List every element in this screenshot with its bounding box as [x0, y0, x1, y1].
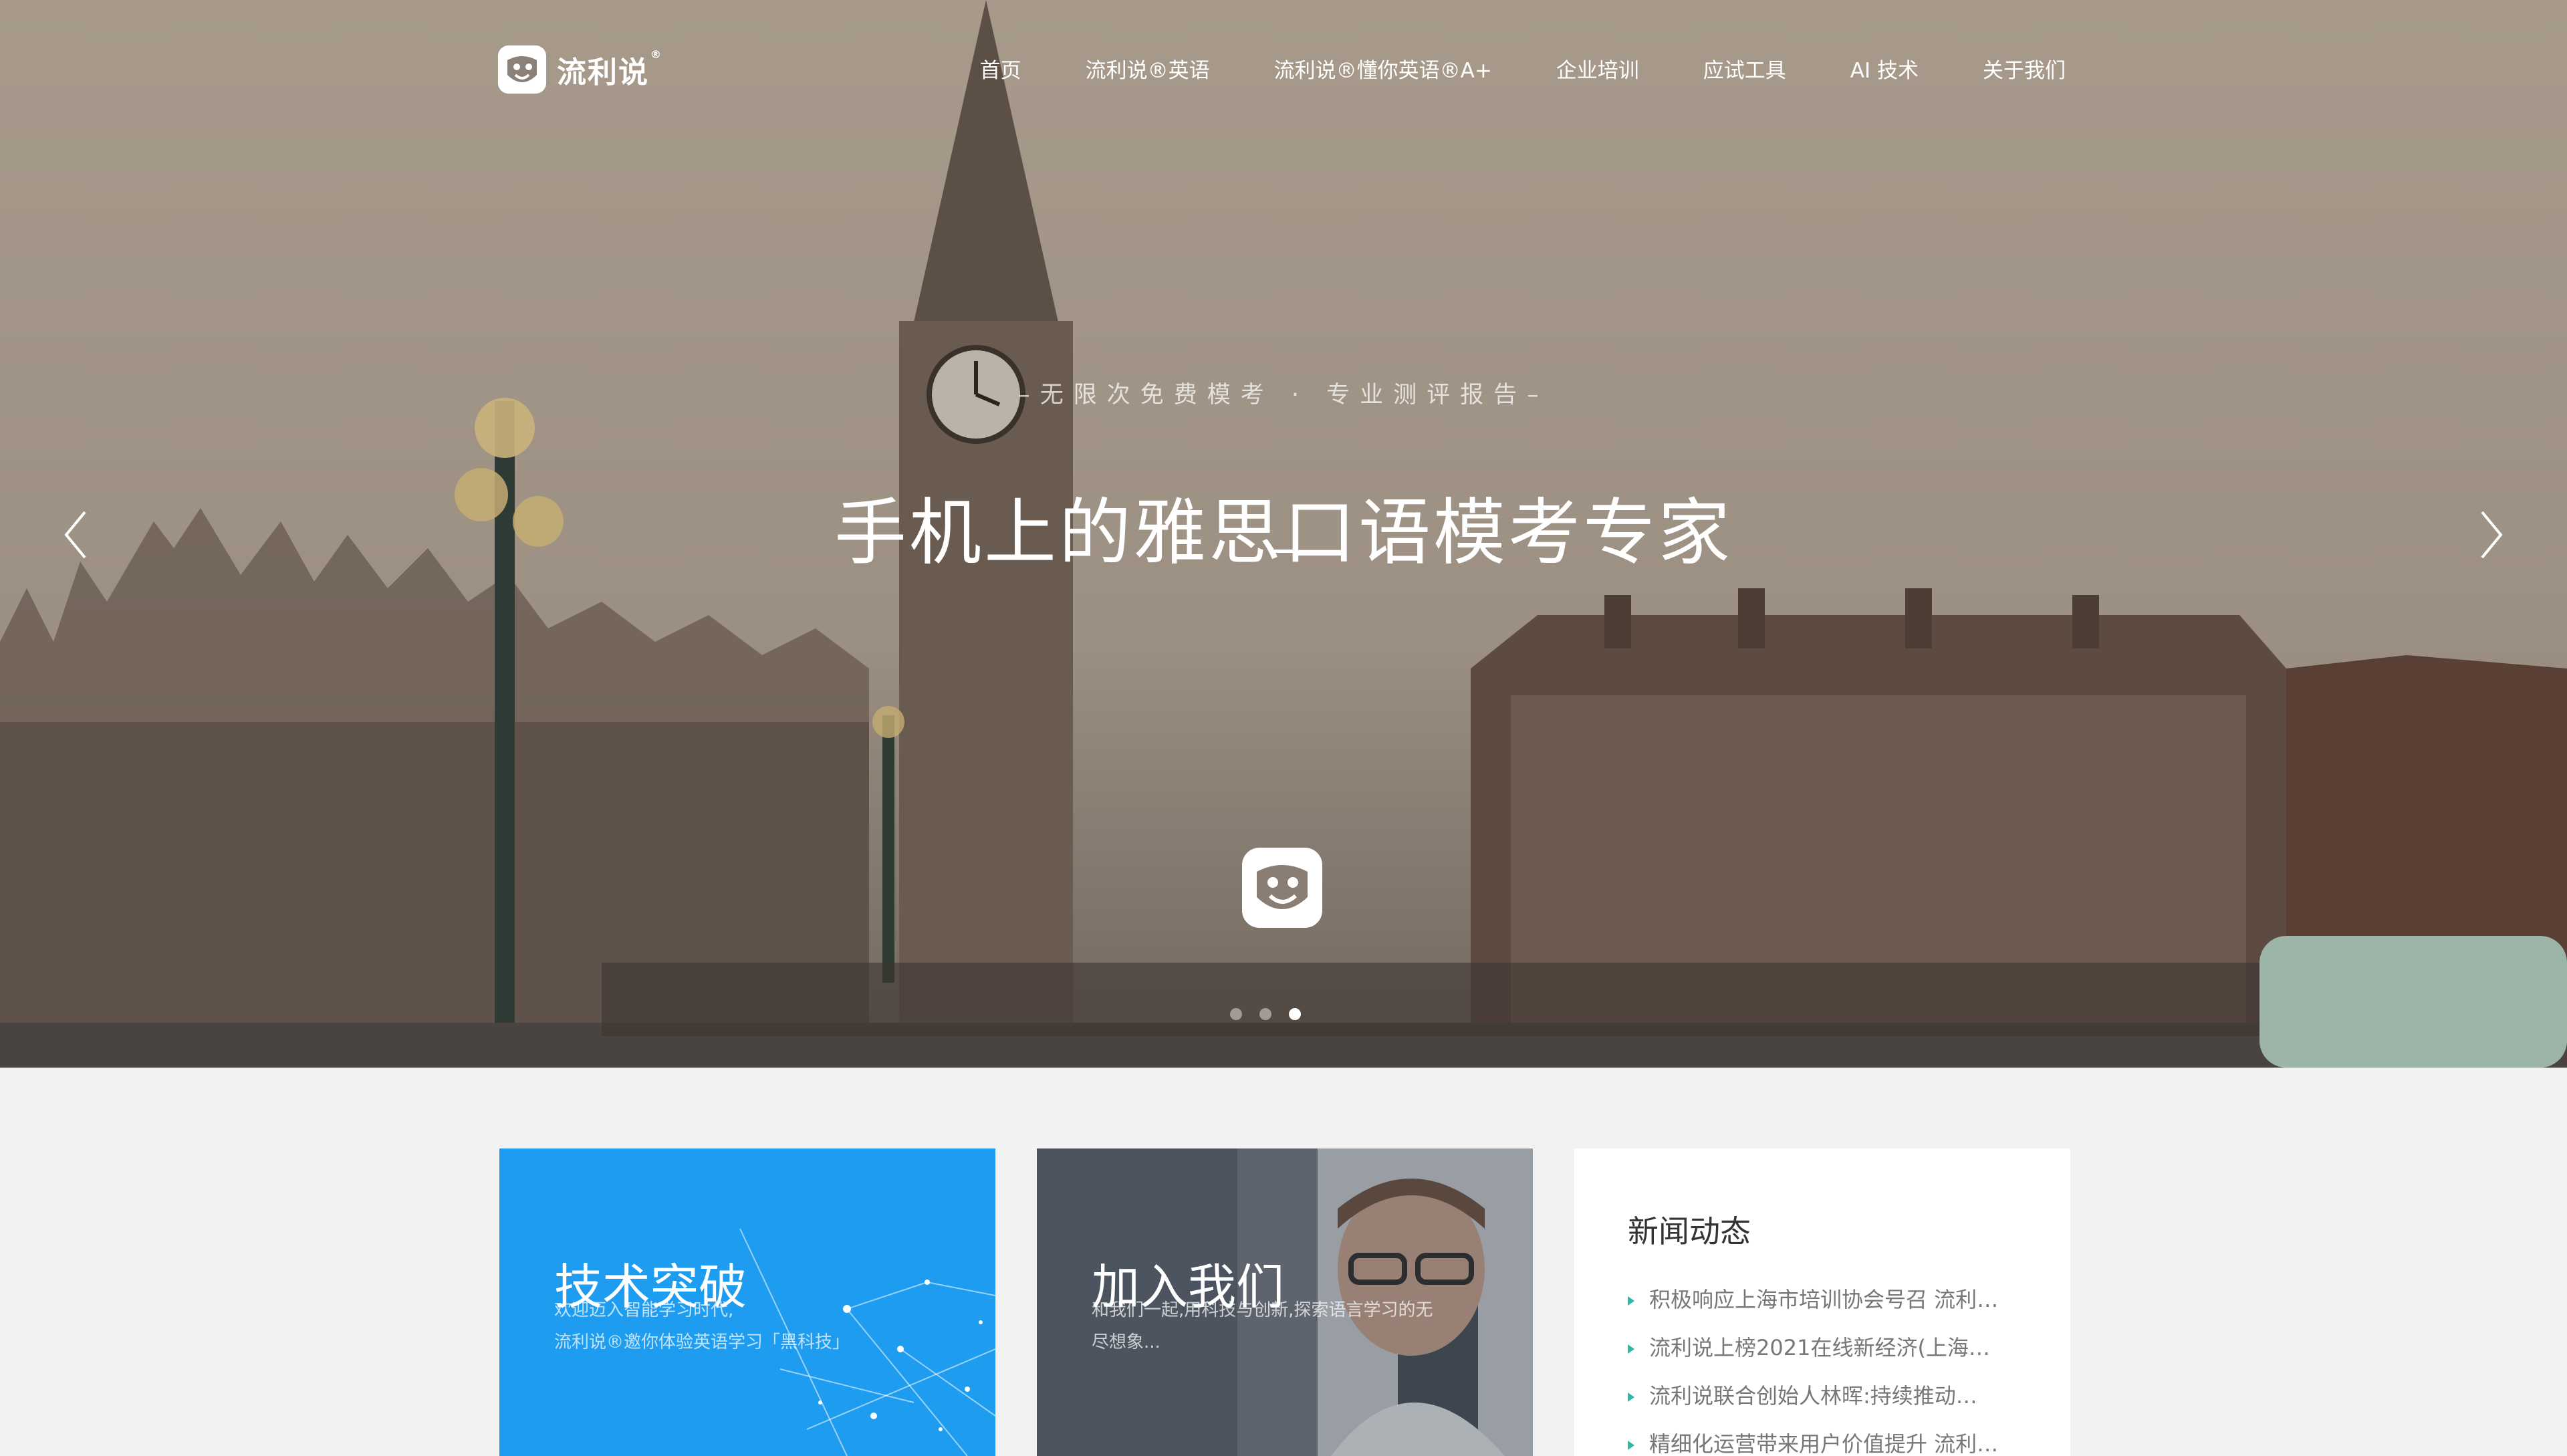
triangle-bullet-icon	[1628, 1441, 1634, 1450]
tech-card-description: 欢迎迈入智能学习时代, 流利说®邀你体验英语学习「黑科技」	[554, 1300, 850, 1352]
carousel-prev-button[interactable]	[57, 508, 97, 562]
triangle-bullet-icon	[1628, 1344, 1634, 1354]
news-item[interactable]: 流利说上榜2021在线新经济(上海…	[1628, 1324, 2015, 1372]
triangle-bullet-icon	[1628, 1296, 1634, 1306]
carousel-dot-2[interactable]	[1259, 1008, 1271, 1020]
nav-item-enterprise-training[interactable]: 企业培训	[1556, 53, 1639, 84]
join-us-card[interactable]: 加入我们 和我们一起,用科技与创新,探索语言学习的无尽想象...	[1037, 1148, 1533, 1456]
nav-item-ai-tech[interactable]: AI 技术	[1850, 53, 1919, 84]
triangle-bullet-icon	[1628, 1392, 1634, 1402]
carousel-indicators	[1230, 1008, 1318, 1020]
brand-name: 流利说®	[557, 48, 662, 90]
hero-banner: 流利说® 首页 流利说®英语 流利说®懂你英语®A+ 企业培训 应试工具 AI …	[0, 0, 2567, 1068]
chevron-right-icon	[2481, 511, 2503, 559]
chevron-left-icon	[64, 511, 86, 559]
app-icon	[1242, 848, 1322, 928]
nav-item-home[interactable]: 首页	[980, 53, 1021, 84]
main-nav: 首页 流利说®英语 流利说®懂你英语®A+ 企业培训 应试工具 AI 技术 关于…	[916, 53, 2066, 84]
news-item[interactable]: 流利说联合创始人林晖:持续推动…	[1628, 1372, 2015, 1420]
news-item[interactable]: 积极响应上海市培训协会号召 流利说…	[1628, 1276, 2015, 1324]
hero-divider	[1270, 550, 1297, 553]
carousel-dot-3[interactable]	[1289, 1008, 1301, 1020]
join-card-description: 和我们一起,用科技与创新,探索语言学习的无尽想象...	[1092, 1300, 1433, 1352]
news-card-title: 新闻动态	[1628, 1213, 1751, 1249]
nav-item-exam-tools[interactable]: 应试工具	[1703, 53, 1786, 84]
logo-icon	[498, 45, 546, 94]
nav-item-about-us[interactable]: 关于我们	[1983, 53, 2066, 84]
news-item[interactable]: 精细化运营带来用户价值提升 流利…	[1628, 1420, 2015, 1456]
carousel-dot-1[interactable]	[1230, 1008, 1242, 1020]
carousel-next-button[interactable]	[2470, 508, 2510, 562]
news-card: 新闻动态 积极响应上海市培训协会号召 流利说… 流利说上榜2021在线新经济(上…	[1574, 1148, 2070, 1456]
tech-breakthrough-card[interactable]: 技术突破 欢迎迈入智能学习时代, 流利说®邀你体验英语学习「黑科技」	[499, 1148, 995, 1456]
nav-item-dongni-english[interactable]: 流利说®懂你英语®A+	[1274, 53, 1492, 84]
nav-item-english[interactable]: 流利说®英语	[1086, 53, 1210, 84]
news-list: 积极响应上海市培训协会号召 流利说… 流利说上榜2021在线新经济(上海… 流利…	[1628, 1276, 2015, 1456]
hero-title: 手机上的雅思口语模考专家	[834, 491, 1733, 576]
feature-cards: 技术突破 欢迎迈入智能学习时代, 流利说®邀你体验英语学习「黑科技」 加入我们 …	[499, 1148, 2070, 1456]
hero-subtitle: –无限次免费模考 · 专业测评报告–	[1018, 382, 1549, 408]
brand-logo[interactable]: 流利说®	[498, 45, 662, 94]
